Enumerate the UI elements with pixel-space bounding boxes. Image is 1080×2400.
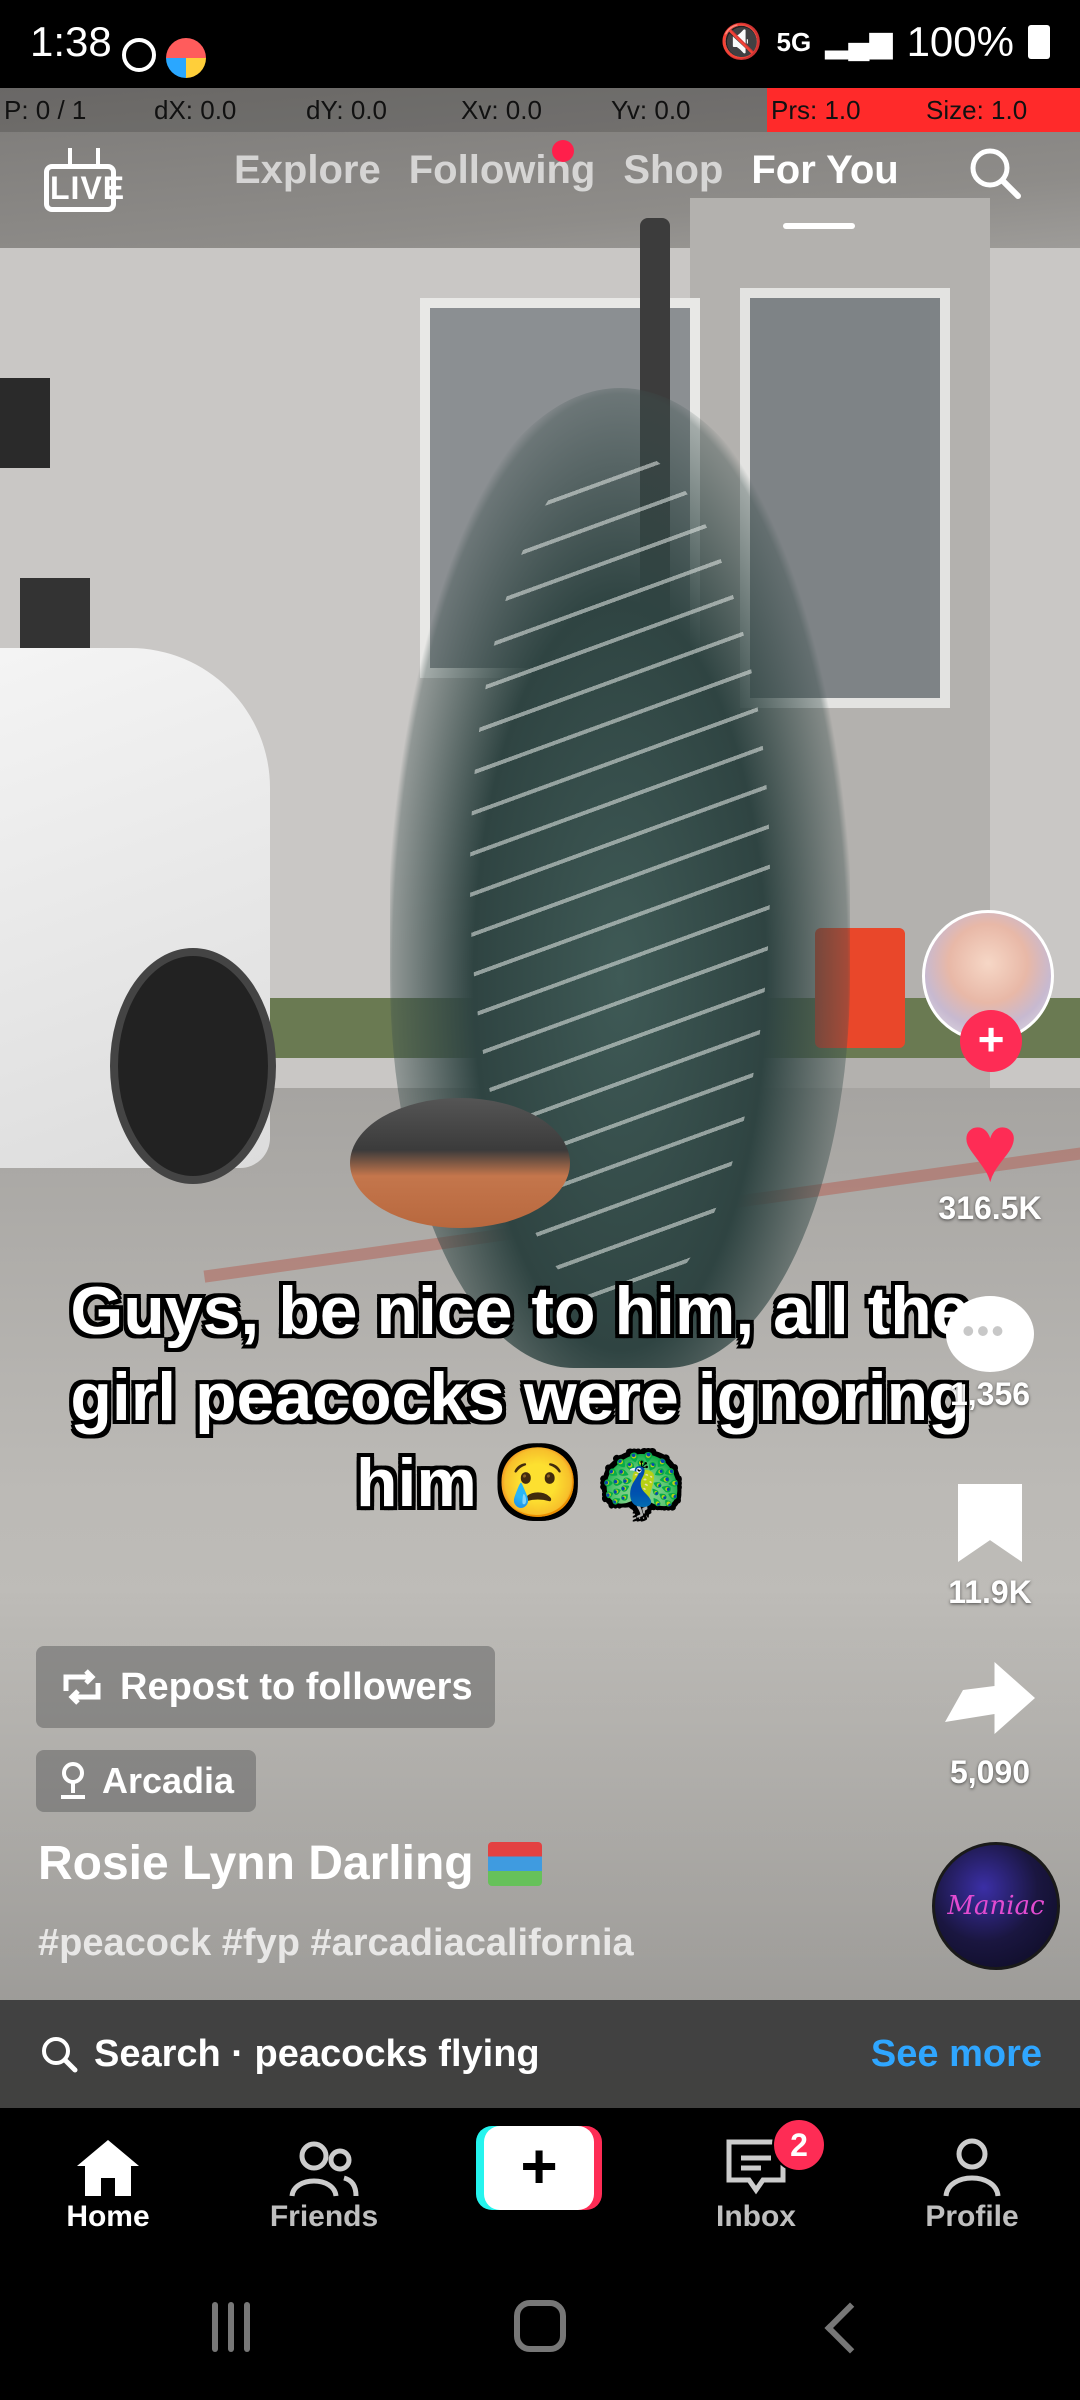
following-new-dot <box>552 140 574 162</box>
nav-home-label: Home <box>66 2200 150 2233</box>
save-count: 11.9K <box>948 1574 1032 1610</box>
signal-icon: ▂▄▆ <box>825 25 893 59</box>
share-arrow-icon <box>945 1662 1035 1734</box>
nav-friends[interactable]: Friends <box>234 2130 414 2234</box>
bottom-nav: Home Friends + Inbox 2 Profile <box>0 2108 1080 2256</box>
nav-profile-label: Profile <box>925 2200 1019 2233</box>
repost-button[interactable]: Repost to followers <box>36 1646 495 1728</box>
hashtags[interactable]: #peacock #fyp #arcadiacalifornia <box>38 1922 634 1965</box>
search-icon[interactable] <box>966 144 1022 200</box>
username-label: Rosie Lynn Darling <box>38 1837 474 1890</box>
plus-icon: + <box>484 2126 594 2210</box>
top-nav: LIVE Explore Following Shop For You <box>0 140 1080 250</box>
nav-profile[interactable]: Profile <box>882 2130 1062 2234</box>
car-wheel <box>110 948 276 1184</box>
see-more-link[interactable]: See more <box>871 2033 1042 2076</box>
debug-dx: dX: 0.0 <box>154 95 237 125</box>
like-button[interactable]: ♥ 316.5K <box>920 1095 1060 1227</box>
follow-plus-button[interactable]: + <box>960 1010 1022 1072</box>
nav-friends-label: Friends <box>269 2200 379 2233</box>
heart-icon: ♥ <box>961 1095 1019 1202</box>
debug-yv: Yv: 0.0 <box>611 95 691 125</box>
app-notification-icon <box>166 38 206 78</box>
notification-icon <box>122 38 156 72</box>
location-pin-icon <box>61 1762 85 1799</box>
bookmark-icon <box>958 1484 1022 1562</box>
status-bar: 1:38 🔇 5G ▂▄▆ 100% <box>0 0 1080 88</box>
pointer-debug-overlay: P: 0 / 1 dX: 0.0 dY: 0.0 Xv: 0.0 Yv: 0.0… <box>0 88 1080 132</box>
share-button[interactable]: 5,090 <box>920 1662 1060 1791</box>
peacock-body <box>350 1098 570 1228</box>
nav-home[interactable]: Home <box>18 2130 198 2234</box>
home-icon <box>77 2140 139 2196</box>
comment-icon <box>946 1296 1034 1372</box>
status-indicators: 🔇 5G ▂▄▆ 100% <box>720 18 1050 66</box>
network-label: 5G <box>776 26 812 57</box>
save-button[interactable]: 11.9K <box>920 1484 1060 1611</box>
debug-pressure: Prs: 1.0 <box>767 88 922 132</box>
tab-shop[interactable]: Shop <box>623 148 723 193</box>
system-home-icon[interactable] <box>514 2300 566 2352</box>
battery-label: 100% <box>906 18 1014 65</box>
live-button[interactable]: LIVE <box>44 148 124 214</box>
recent-apps-icon[interactable] <box>212 2302 262 2352</box>
search-suggestion-bar[interactable]: Search · peacocks flying See more <box>0 2000 1080 2108</box>
debug-size: Size: 1.0 <box>922 88 1080 132</box>
wall-lamp <box>0 378 50 468</box>
inbox-badge: 2 <box>772 2118 826 2172</box>
share-count: 5,090 <box>949 1754 1031 1790</box>
location-label: Arcadia <box>102 1760 235 1801</box>
system-back-icon[interactable] <box>824 2302 876 2354</box>
comment-count: 1,356 <box>949 1376 1031 1412</box>
system-nav-bar <box>0 2256 1080 2400</box>
music-disc[interactable]: Maniac <box>932 1842 1060 1970</box>
like-count: 316.5K <box>938 1190 1042 1226</box>
books-emoji-icon <box>487 1841 542 1886</box>
video-caption: Guys, be nice to him, all the girl peaco… <box>70 1273 970 1521</box>
location-tag[interactable]: Arcadia <box>36 1750 257 1812</box>
mute-icon: 🔇 <box>720 23 763 61</box>
status-time: 1:38 <box>30 18 112 65</box>
tab-explore[interactable]: Explore <box>234 148 381 193</box>
nav-inbox-label: Inbox <box>716 2200 796 2233</box>
debug-dy: dY: 0.0 <box>306 95 387 125</box>
debug-xv: Xv: 0.0 <box>461 95 542 125</box>
battery-icon <box>1028 25 1050 59</box>
search-small-icon <box>42 2037 78 2073</box>
comment-button[interactable]: 1,356 <box>920 1296 1060 1413</box>
friends-icon <box>289 2141 359 2197</box>
profile-icon <box>943 2138 1001 2197</box>
search-suggestion-text: Search · peacocks flying <box>94 2032 540 2075</box>
repost-label: Repost to followers <box>120 1665 473 1708</box>
tab-for-you[interactable]: For You <box>751 148 899 229</box>
creator-name[interactable]: Rosie Lynn Darling <box>38 1836 542 1891</box>
live-label: LIVE <box>50 170 126 206</box>
tv-antenna-icon <box>68 148 100 164</box>
repost-icon <box>63 1669 101 1705</box>
create-post-button[interactable]: + <box>476 2126 602 2210</box>
debug-pointer: P: 0 / 1 <box>4 95 87 125</box>
